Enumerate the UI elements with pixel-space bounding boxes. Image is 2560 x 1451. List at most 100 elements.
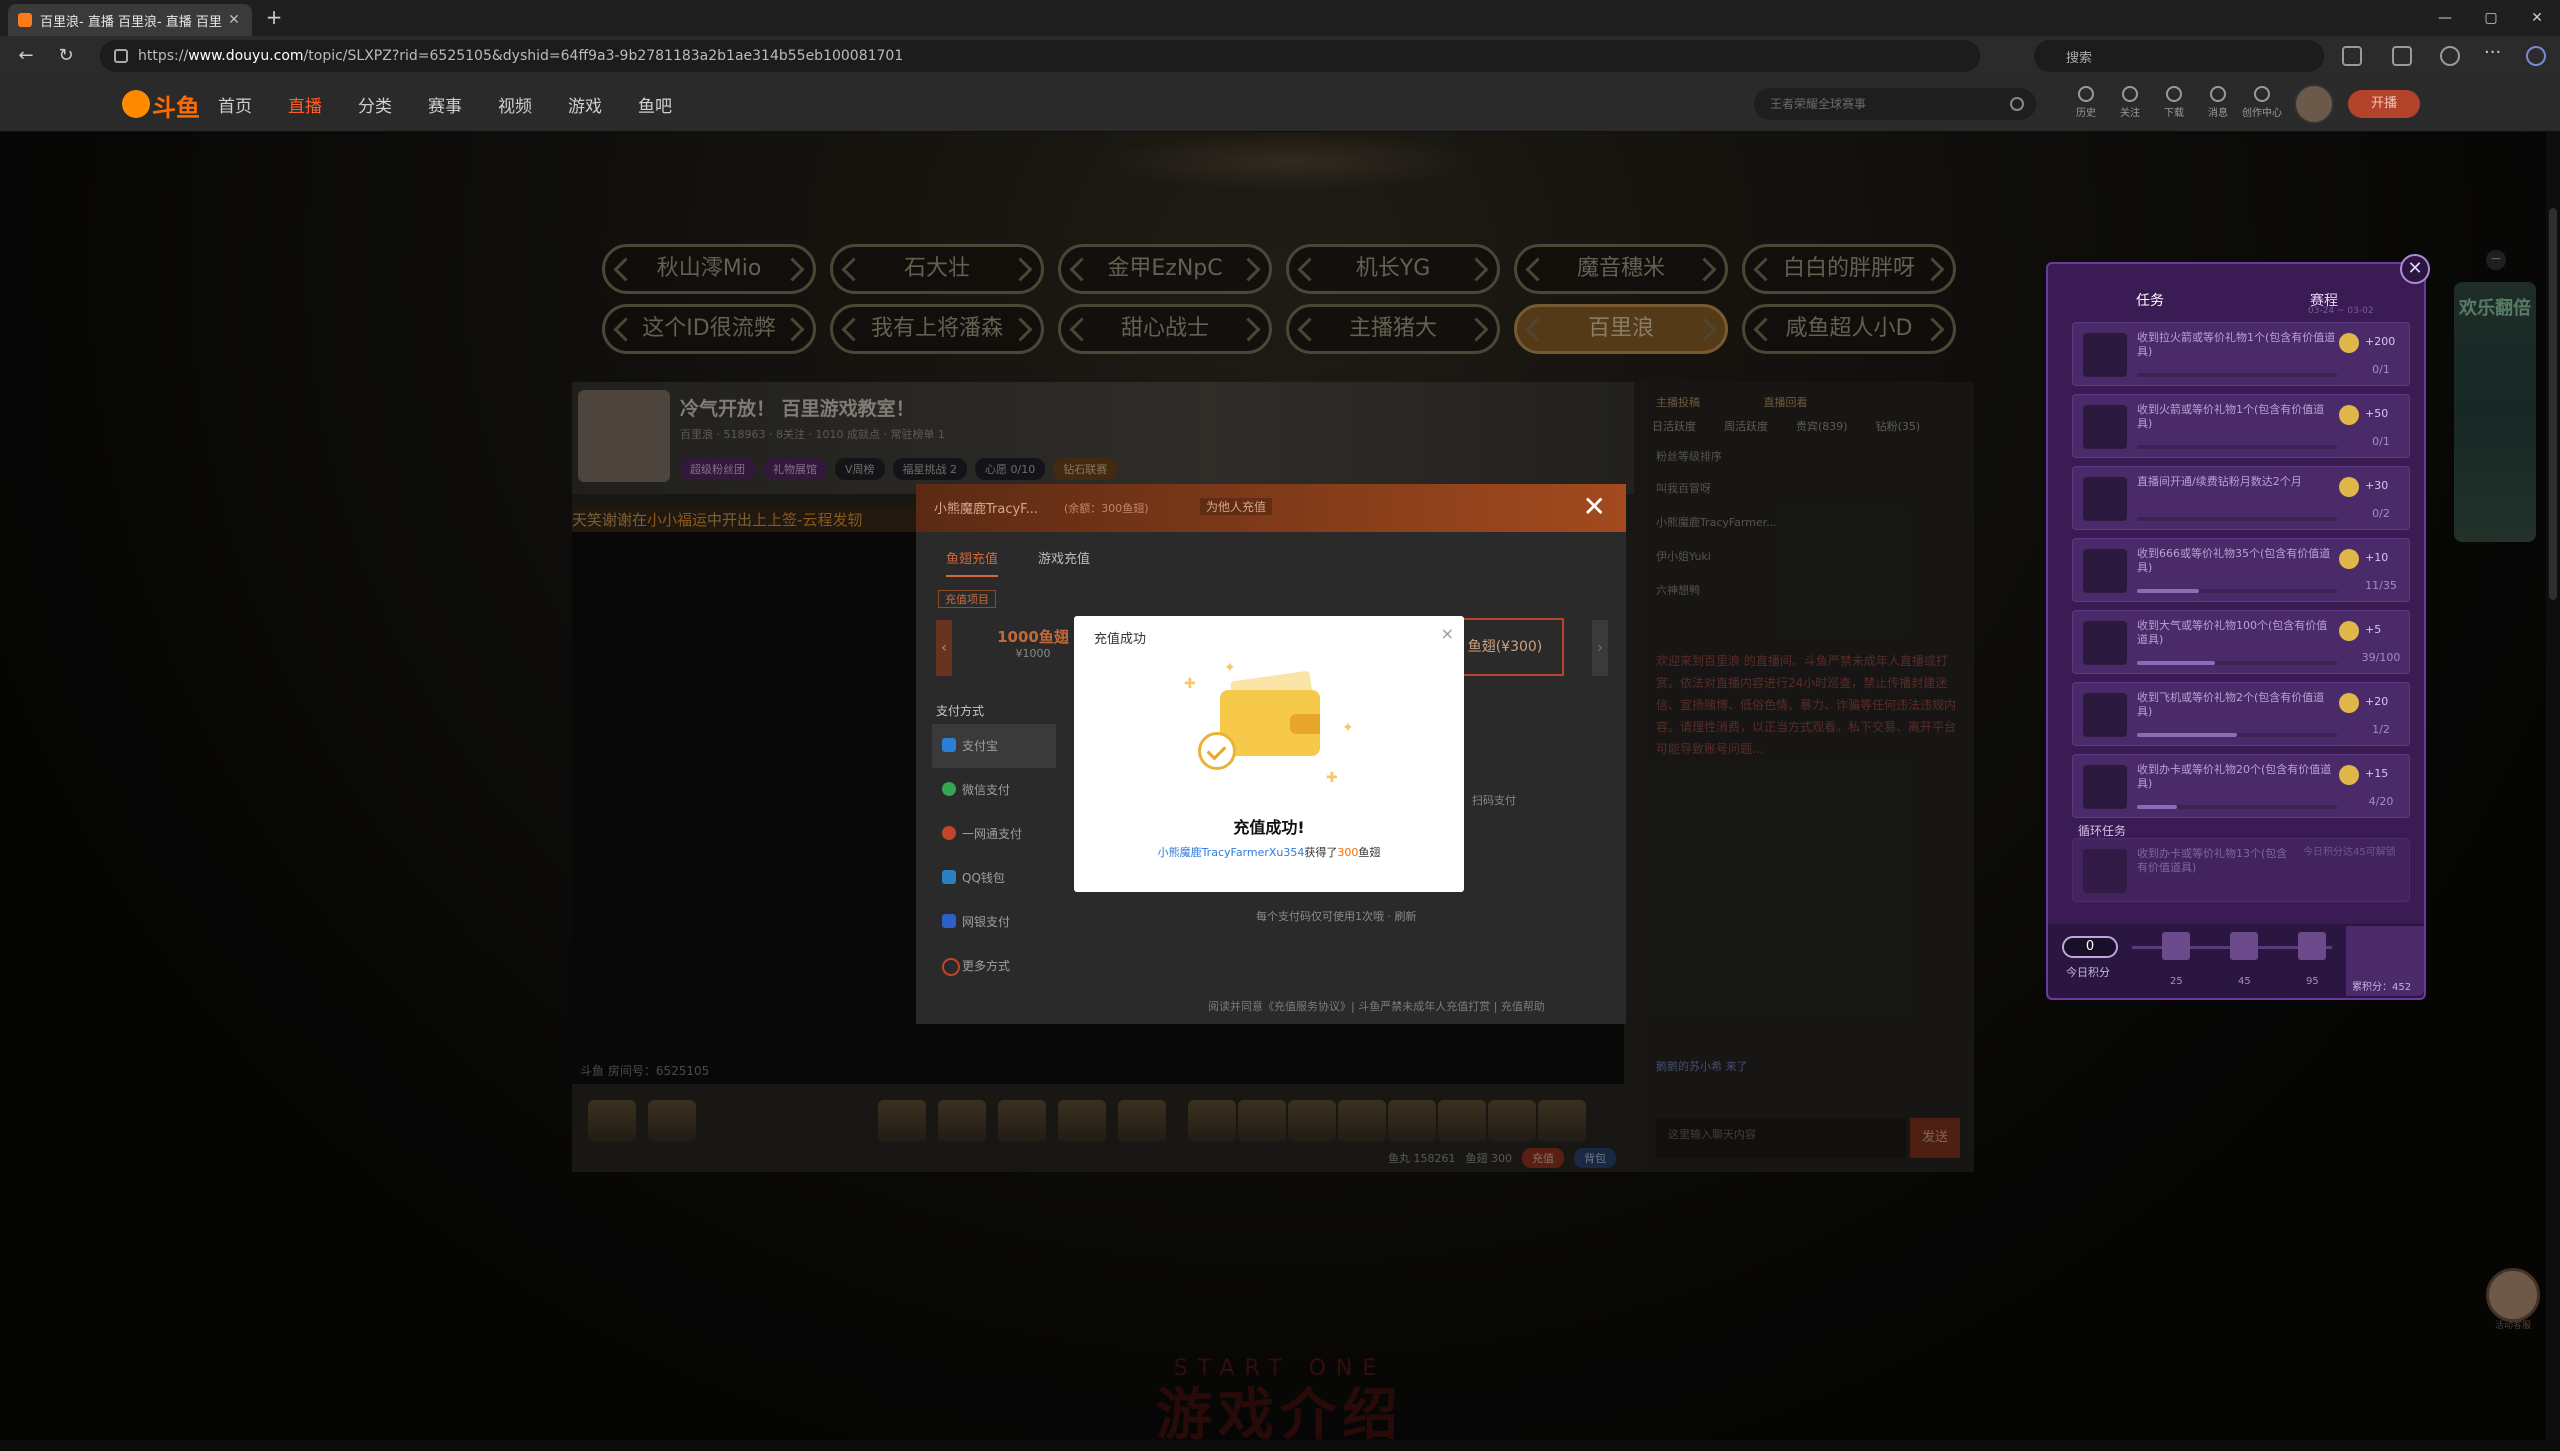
accumulated-box[interactable]: 累积分：452 [2346, 926, 2424, 996]
header-glyph-icon [2254, 86, 2270, 102]
pay-alipay[interactable]: 支付宝 [932, 724, 1056, 768]
task-progress-bar [2137, 805, 2337, 809]
task-text: 直播间开通/续费钻粉月数达2个月 [2137, 475, 2302, 488]
copilot-icon[interactable] [2526, 46, 2546, 66]
task-text: 收到办卡或等价礼物20个(包含有价值道具) [2137, 763, 2332, 790]
header-glyph-icon [2122, 86, 2138, 102]
refresh-icon[interactable]: ↻ [54, 44, 78, 68]
back-icon[interactable]: ← [14, 44, 38, 68]
task-date-range: 03-24 ~ 03-02 [2308, 306, 2374, 316]
pay-yiwangtong[interactable]: 一网通支付 [932, 812, 1056, 856]
close-window-button[interactable]: ✕ [2514, 0, 2560, 36]
url-path: /topic/SLXPZ?rid=6525105&dyshid=64ff9a3-… [303, 48, 904, 64]
task-panel: ✕ 任务 赛程 03-24 ~ 03-02 收到拉火箭或等价礼物1个(包含有价值… [2046, 254, 2430, 1000]
task-item: 收到666或等价礼物35个(包含有价值道具) +10 11/35 [2072, 538, 2410, 602]
nav-item[interactable]: 直播 [288, 92, 322, 117]
coin-icon [2339, 333, 2359, 353]
new-tab-button[interactable]: + [262, 6, 286, 30]
task-progress-fill [2137, 805, 2177, 809]
header-icon-item[interactable]: 创作中心 [2240, 84, 2284, 119]
url-field[interactable]: https://www.douyu.com/topic/SLXPZ?rid=65… [100, 40, 1980, 72]
browser-search-field[interactable]: 搜索 [2034, 40, 2324, 72]
reward-box-icon[interactable] [2230, 932, 2258, 960]
header-icon-item[interactable]: 消息 [2196, 84, 2240, 119]
browser-tab[interactable]: 百里浪- 直播 百里浪- 直播 百里 ✕ [8, 4, 252, 36]
reward-box-icon[interactable] [2298, 932, 2326, 960]
task-item: 收到飞机或等价礼物2个(包含有价值道具) +20 1/2 [2072, 682, 2410, 746]
tab-close-icon[interactable]: ✕ [226, 12, 242, 28]
gift-icon [2083, 405, 2127, 449]
gift-icon [2083, 621, 2127, 665]
task-item: 收到大气或等价礼物100个(包含有价值道具) +5 39/100 [2072, 610, 2410, 674]
task-progress-bar [2137, 445, 2337, 449]
task-text: 收到666或等价礼物35个(包含有价值道具) [2137, 547, 2331, 574]
pay-method-label: 支付方式 [936, 704, 985, 718]
nav-item[interactable]: 游戏 [568, 92, 602, 117]
sparkle-icon: ✚ [1184, 676, 1196, 692]
sparkle-icon: ✚ [1326, 770, 1338, 786]
task-panel-close-button[interactable]: ✕ [2400, 254, 2430, 284]
success-unit: 鱼翅 [1358, 846, 1381, 859]
site-search-input[interactable]: 王者荣耀全球赛事 [1754, 88, 2036, 120]
start-live-button[interactable]: 开播 [2348, 90, 2420, 118]
maximize-button[interactable]: ▢ [2468, 0, 2514, 36]
minimize-button[interactable]: — [2422, 0, 2468, 36]
task-text: 收到拉火箭或等价礼物1个(包含有价值道具) [2137, 331, 2336, 358]
more-menu-icon[interactable]: ··· [2484, 44, 2504, 66]
task-progress: 0/1 [2372, 435, 2390, 448]
nav-item[interactable]: 赛事 [428, 92, 462, 117]
task-text: 收到大气或等价礼物100个(包含有价值道具) [2137, 619, 2328, 646]
success-message: 小熊魔鹿TracyFarmerXu354获得了300鱼翅 [1074, 844, 1464, 860]
pay-qq-wallet[interactable]: QQ钱包 [932, 856, 1056, 900]
tab-fin-recharge[interactable]: 鱼翅充值 [946, 548, 999, 577]
nav-item[interactable]: 分类 [358, 92, 392, 117]
fish-logo-icon [122, 90, 150, 118]
task-reward: +10 [2365, 551, 2389, 564]
pay-wechat[interactable]: 微信支付 [932, 768, 1056, 812]
success-user: 小熊魔鹿TracyFarmerXu354 [1157, 846, 1305, 859]
pay-online-bank[interactable]: 网银支付 [932, 900, 1056, 944]
agreement-checkbox[interactable]: 阅读并同意《充值服务协议》| 斗鱼严禁未成年人充值打赏 | 充值帮助 [1208, 998, 1545, 1014]
header-icon-label: 下载 [2164, 108, 2184, 119]
options-prev-icon[interactable]: ‹ [936, 620, 952, 676]
score-progress: 0 今日积分 25 45 95 累积分：452 [2048, 924, 2424, 998]
option-amount: 1000鱼翅 [997, 628, 1069, 646]
gift-icon [2083, 849, 2127, 893]
recharge-close-icon[interactable]: ✕ [1583, 492, 1606, 522]
favorites-icon[interactable] [2392, 46, 2412, 66]
task-item: 直播间开通/续费钻粉月数达2个月 +30 0/2 [2072, 466, 2410, 530]
screenshot-icon[interactable] [2342, 46, 2362, 66]
task-progress-fill [2137, 733, 2237, 737]
lock-icon [114, 49, 128, 63]
tab-tasks[interactable]: 任务 [2136, 290, 2164, 310]
milestone-label: 25 [2170, 976, 2183, 987]
nav-item[interactable]: 视频 [498, 92, 532, 117]
recharge-option-1000[interactable]: 1000鱼翅 ¥1000 [978, 618, 1088, 676]
task-progress-bar [2137, 517, 2337, 521]
douyu-logo[interactable]: 斗鱼 [122, 88, 202, 122]
window-controls: — ▢ ✕ [2422, 0, 2560, 36]
success-close-icon[interactable]: × [1441, 624, 1454, 643]
header-icon-item[interactable]: 关注 [2108, 84, 2152, 119]
reward-box-icon[interactable] [2162, 932, 2190, 960]
header-icon-item[interactable]: 历史 [2064, 84, 2108, 119]
header-icon-item[interactable]: 下载 [2152, 84, 2196, 119]
tab-title: 百里浪- 直播 百里浪- 直播 百里 [40, 14, 222, 30]
recharge-for-others-link[interactable]: 为他人充值 [1200, 498, 1273, 515]
user-avatar[interactable] [2294, 84, 2334, 124]
nav-item[interactable]: 鱼吧 [638, 92, 672, 117]
browser-tab-strip: 百里浪- 直播 百里浪- 直播 百里 ✕ + — ▢ ✕ [0, 0, 2560, 36]
gift-icon [2083, 693, 2127, 737]
options-next-icon[interactable]: › [1592, 620, 1608, 676]
coin-icon [2339, 765, 2359, 785]
search-icon[interactable] [2010, 97, 2024, 111]
profile-icon[interactable] [2440, 46, 2460, 66]
nav-item[interactable]: 首页 [218, 92, 252, 117]
success-heading: 充值成功! [1233, 818, 1305, 837]
pay-more[interactable]: 更多方式 [932, 944, 1056, 988]
header-icon-label: 创作中心 [2242, 108, 2282, 119]
loop-task-label: 循环任务 [2078, 824, 2127, 838]
wallet-illustration: ✚ ✦ ✦ ✚ [1184, 660, 1354, 786]
tab-game-recharge[interactable]: 游戏充值 [1038, 548, 1090, 577]
task-reward: +5 [2365, 623, 2382, 636]
